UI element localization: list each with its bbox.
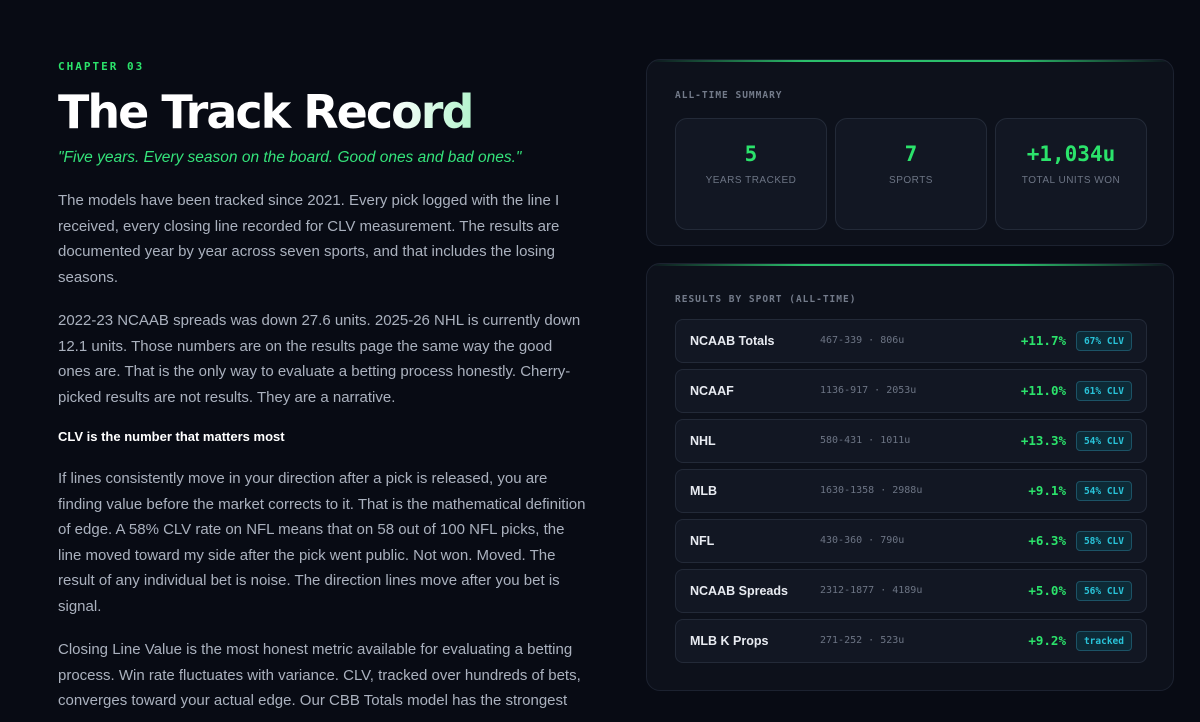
sport-name: NCAAF <box>690 384 734 398</box>
sport-record: 271-252 · 523u <box>820 635 905 646</box>
results-row-mlb[interactable]: MLB 1630-1358 · 2988u +9.1% 54% CLV <box>675 469 1147 513</box>
sport-record: 1136-917 · 2053u <box>820 385 917 396</box>
sport-roi: +9.1% <box>1028 483 1066 498</box>
results-row-ncaab-spreads[interactable]: NCAAB Spreads 2312-1877 · 4189u +5.0% 56… <box>675 569 1147 613</box>
sport-name: NCAAB Totals <box>690 334 775 348</box>
sport-roi: +5.0% <box>1028 583 1066 598</box>
sport-roi: +13.3% <box>1020 433 1066 448</box>
results-card-label: RESULTS BY SPORT (ALL-TIME) <box>675 294 857 305</box>
stat-value: 7 <box>904 142 918 166</box>
clv-badge: 58% CLV <box>1075 531 1132 551</box>
sport-name: NHL <box>690 434 716 448</box>
stat-years-tracked: 5 YEARS TRACKED <box>675 118 827 230</box>
clv-badge: 61% CLV <box>1075 381 1132 401</box>
clv-badge: 56% CLV <box>1075 581 1132 601</box>
results-row-mlb-k-props[interactable]: MLB K Props 271-252 · 523u +9.2% tracked <box>675 619 1147 663</box>
sport-record: 467-339 · 806u <box>820 335 905 346</box>
stat-label: YEARS TRACKED <box>705 175 797 186</box>
page-title: The Track Record <box>58 84 588 140</box>
paragraph-clv-definition: If lines consistently move in your direc… <box>58 470 586 615</box>
sport-record: 2312-1877 · 4189u <box>820 585 923 596</box>
results-row-nfl[interactable]: NFL 430-360 · 790u +6.3% 58% CLV <box>675 519 1147 563</box>
stat-sports: 7 SPORTS <box>835 118 987 230</box>
clv-badge: 54% CLV <box>1075 431 1132 451</box>
summary-card-label: ALL-TIME SUMMARY <box>675 90 783 101</box>
sport-record: 1630-1358 · 2988u <box>820 485 923 496</box>
sport-name: NCAAB Spreads <box>690 584 788 598</box>
paragraph-clv-metric: Closing Line Value is the most honest me… <box>58 641 581 709</box>
sport-name: NFL <box>690 534 715 548</box>
sport-record: 580-431 · 1011u <box>820 435 911 446</box>
sport-roi: +11.0% <box>1020 383 1066 398</box>
stat-total-units-won: +1,034u TOTAL UNITS WON <box>995 118 1147 230</box>
sport-name: MLB K Props <box>690 634 769 648</box>
all-time-summary-card: ALL-TIME SUMMARY 5 YEARS TRACKED 7 SPORT… <box>646 59 1174 246</box>
results-list: NCAAB Totals 467-339 · 806u +11.7% 67% C… <box>675 319 1147 669</box>
sport-roi: +11.7% <box>1020 333 1066 348</box>
stat-value: 5 <box>744 142 758 166</box>
stat-value: +1,034u <box>1026 142 1116 166</box>
clv-badge: 54% CLV <box>1075 481 1132 501</box>
section-subhead: CLV is the number that matters most <box>58 429 285 444</box>
paragraph-losing-seasons: 2022-23 NCAAB spreads was down 27.6 unit… <box>58 312 581 406</box>
sport-name: MLB <box>690 484 718 498</box>
pull-quote: "Five years. Every season on the board. … <box>58 149 522 166</box>
tracked-badge: tracked <box>1075 631 1132 651</box>
stat-label: TOTAL UNITS WON <box>1021 175 1121 186</box>
stat-label: SPORTS <box>889 175 933 186</box>
chapter-article: CHAPTER 03 The Track Record "Five years.… <box>58 56 588 714</box>
results-by-sport-card: RESULTS BY SPORT (ALL-TIME) NCAAB Totals… <box>646 263 1174 691</box>
paragraph-intro: The models have been tracked since 2021.… <box>58 192 560 286</box>
chapter-label: CHAPTER 03 <box>58 60 145 73</box>
results-row-ncaaf[interactable]: NCAAF 1136-917 · 2053u +11.0% 61% CLV <box>675 369 1147 413</box>
summary-stats: 5 YEARS TRACKED 7 SPORTS +1,034u TOTAL U… <box>675 118 1147 230</box>
sport-record: 430-360 · 790u <box>820 535 905 546</box>
sport-roi: +9.2% <box>1028 633 1066 648</box>
results-row-nhl[interactable]: NHL 580-431 · 1011u +13.3% 54% CLV <box>675 419 1147 463</box>
page: CHAPTER 03 The Track Record "Five years.… <box>0 0 1200 722</box>
sport-roi: +6.3% <box>1028 533 1066 548</box>
results-row-ncaab-totals[interactable]: NCAAB Totals 467-339 · 806u +11.7% 67% C… <box>675 319 1147 363</box>
clv-badge: 67% CLV <box>1075 331 1132 351</box>
